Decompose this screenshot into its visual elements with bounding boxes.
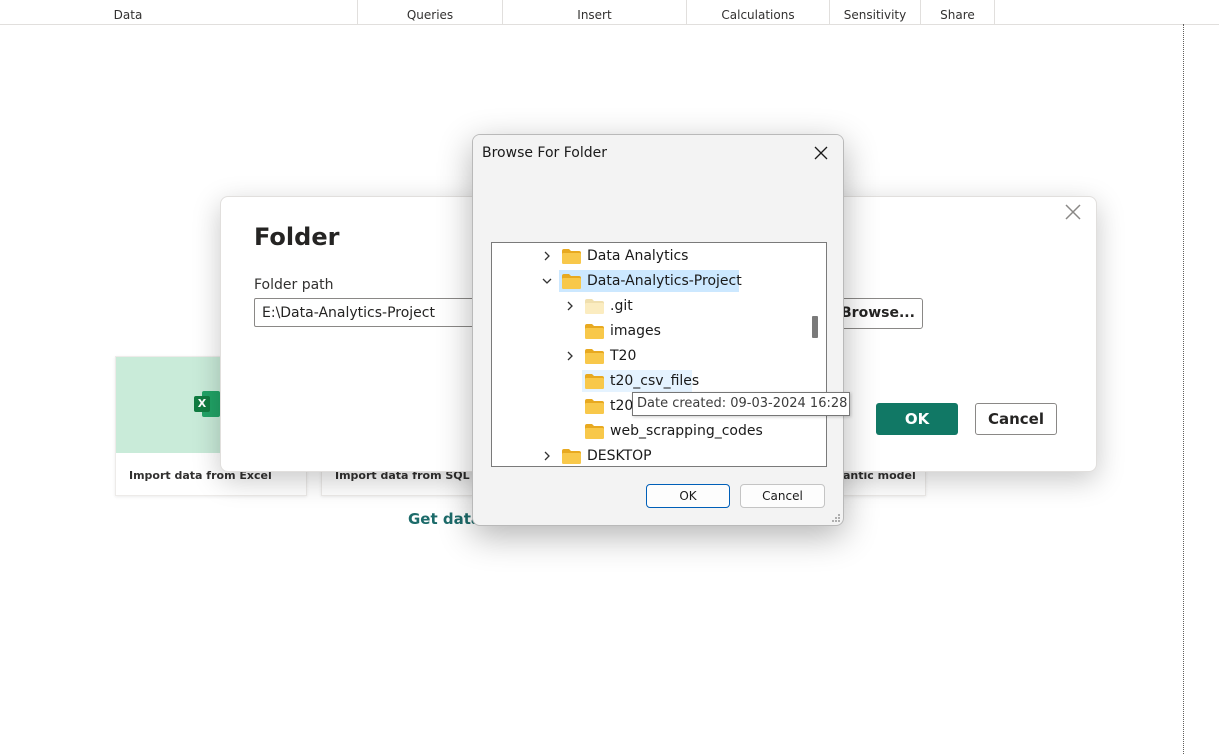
ribbon-group-data[interactable]: Data [80, 0, 176, 24]
folder-icon [585, 324, 604, 339]
ribbon-separator [994, 0, 995, 24]
folder-icon [585, 424, 604, 439]
folder-icon [562, 249, 581, 264]
close-icon[interactable] [811, 141, 831, 165]
tree-item-label: .git [610, 298, 633, 314]
folder-icon [585, 349, 604, 364]
chevron-right-icon[interactable] [564, 345, 576, 367]
tree-item-label: DESKTOP [587, 448, 652, 464]
tree-item-data-analytics-project[interactable]: Data-Analytics-Project [492, 270, 812, 292]
tree-item-data-analytics[interactable]: Data Analytics [492, 245, 812, 267]
tree-item-t20-csv-files[interactable]: t20_csv_files [492, 370, 812, 392]
chevron-down-icon[interactable] [541, 270, 553, 292]
folder-icon [562, 449, 581, 464]
folder-path-label: Folder path [254, 277, 334, 293]
date-created-tooltip: Date created: 09-03-2024 16:28 [632, 392, 850, 416]
folder-icon [585, 374, 604, 389]
ribbon-group-calculations[interactable]: Calculations [687, 0, 829, 24]
close-icon[interactable] [1062, 203, 1084, 225]
tree-item-label: Data-Analytics-Project [587, 273, 742, 289]
browse-button[interactable]: Browse... [840, 298, 923, 329]
folder-icon [585, 399, 604, 414]
chevron-right-icon[interactable] [564, 295, 576, 317]
ribbon-group-queries[interactable]: Queries [358, 0, 502, 24]
tree-item-label: images [610, 323, 661, 339]
ok-button[interactable]: OK [876, 403, 958, 435]
folder-icon [562, 274, 581, 289]
cancel-button[interactable]: Cancel [975, 403, 1057, 435]
tree-item-images[interactable]: images [492, 320, 812, 342]
scrollbar-thumb[interactable] [812, 316, 818, 338]
hidden-folder-icon [585, 299, 604, 314]
tree-item-label: web_scrapping_codes [610, 423, 763, 439]
tree-item-git[interactable]: .git [492, 295, 812, 317]
ribbon-group-sensitivity[interactable]: Sensitivity [830, 0, 920, 24]
tree-item-label: Data Analytics [587, 248, 689, 264]
ribbon-group-insert[interactable]: Insert [503, 0, 686, 24]
get-data-link[interactable]: Get data [408, 510, 481, 528]
browse-dialog-title: Browse For Folder [482, 145, 608, 161]
canvas-boundary [1183, 24, 1184, 754]
resize-grip-icon[interactable] [831, 513, 841, 523]
cancel-button[interactable]: Cancel [740, 484, 825, 508]
chevron-right-icon[interactable] [541, 445, 553, 466]
dialog-title: Folder [254, 223, 340, 251]
tree-item-web-scrapping-codes[interactable]: web_scrapping_codes [492, 420, 812, 442]
title-bar: Browse For Folder [473, 135, 843, 171]
folder-tree[interactable]: Data Analytics Data-Analytics-Project .g… [491, 242, 827, 467]
excel-icon: X [194, 391, 220, 417]
tree-item-label: T20 [610, 348, 637, 364]
tree-item-t20[interactable]: T20 [492, 345, 812, 367]
ribbon: Data Queries Insert Calculations Sensiti… [0, 0, 1219, 25]
tree-item-desktop[interactable]: DESKTOP [492, 445, 812, 466]
ribbon-group-share[interactable]: Share [921, 0, 994, 24]
chevron-right-icon[interactable] [541, 245, 553, 267]
ok-button[interactable]: OK [646, 484, 730, 508]
tree-item-label: t20_csv_files [610, 373, 700, 389]
browse-for-folder-dialog: Browse For Folder Data Analytics Data-An… [472, 134, 844, 526]
